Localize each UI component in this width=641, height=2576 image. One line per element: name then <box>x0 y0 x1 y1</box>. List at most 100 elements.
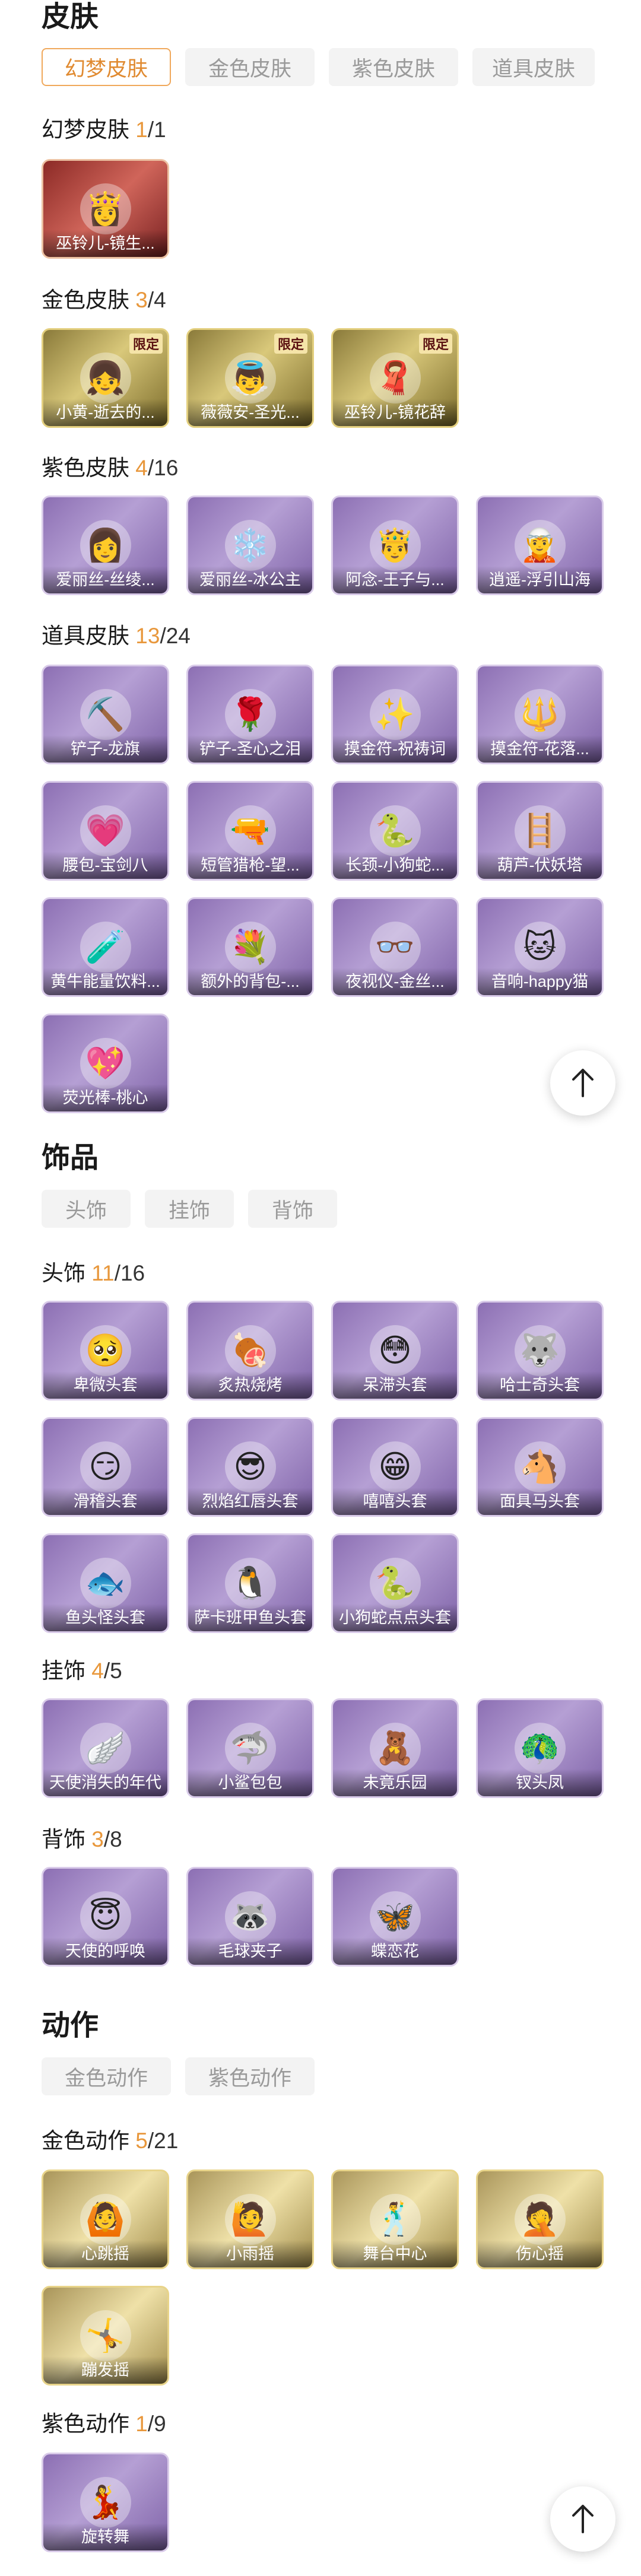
category-gold-skin: 金色皮肤 3/4 <box>42 289 166 311</box>
purple-skin-grid: 👩 爱丽丝-丝绫... ❄️ 爱丽丝-冰公主 🤴 阿念-王子与... 🧝 逍遥-浮引山海 <box>42 495 604 595</box>
skin-card[interactable]: 🌹 铲子-圣心之泪 <box>186 665 314 764</box>
action-card[interactable]: 🤦 伤心摇 <box>476 2170 604 2269</box>
skin-card[interactable]: 💖 荧光棒-桃心 <box>42 1014 169 1113</box>
skin-card[interactable]: 💗 腰包-宝剑八 <box>42 781 169 881</box>
action-card[interactable]: 🙆 心跳摇 <box>42 2170 169 2269</box>
accessory-card[interactable]: 🪽 天使消失的年代 <box>42 1698 169 1798</box>
category-prop-skin: 道具皮肤 13/24 <box>42 625 191 647</box>
glow-stick-icon: 💖 <box>80 1038 131 1089</box>
section-title-skins: 皮肤 <box>42 1 99 33</box>
skin-card[interactable]: 限定 👼 薇薇安-圣光... <box>186 328 314 428</box>
shovel-icon: ⛏️ <box>80 689 131 740</box>
purple-action-grid: 💃 旋转舞 <box>42 2453 604 2552</box>
character-portrait-icon: 👩 <box>80 520 131 571</box>
tab-gold-skin[interactable]: 金色皮肤 <box>185 48 315 86</box>
item-label: 卑微头套 <box>43 1371 167 1399</box>
scroll-to-top-button[interactable] <box>550 2486 615 2552</box>
skin-card[interactable]: 🐱 音响-happy猫 <box>476 897 604 997</box>
tab-prop-skin[interactable]: 道具皮肤 <box>472 48 595 86</box>
item-label: 面具马头套 <box>478 1488 602 1515</box>
emoji-head-icon: 😳 <box>369 1325 421 1376</box>
skin-card[interactable]: 🔱 摸金符-花落... <box>476 665 604 764</box>
accessory-card[interactable]: 😁 嘻嘻头套 <box>331 1417 459 1517</box>
fur-clip-icon: 🦝 <box>224 1891 276 1942</box>
skin-card[interactable]: 👓 夜视仪-金丝... <box>331 897 459 997</box>
skin-card[interactable]: 🤴 阿念-王子与... <box>331 495 459 595</box>
accessory-card[interactable]: 🐴 面具马头套 <box>476 1417 604 1517</box>
tab-head[interactable]: 头饰 <box>42 1190 131 1228</box>
item-label: 伤心摇 <box>478 2240 602 2267</box>
pose-icon: 🤦 <box>514 2194 566 2245</box>
accessory-card[interactable]: 🦚 钗头凤 <box>476 1698 604 1798</box>
accessory-card[interactable]: 🐺 哈士奇头套 <box>476 1301 604 1400</box>
category-title: 金色动作 <box>42 2129 129 2153</box>
skin-card[interactable]: 🧝 逍遥-浮引山海 <box>476 495 604 595</box>
skin-card[interactable]: 👸 巫铃儿-镜生... <box>42 159 169 259</box>
tab-hang[interactable]: 挂饰 <box>145 1190 234 1228</box>
character-portrait-icon: 👧 <box>80 352 131 404</box>
accessory-card[interactable]: 🦈 小鲨包包 <box>186 1698 314 1798</box>
tab-dream-skin[interactable]: 幻梦皮肤 <box>42 48 171 86</box>
accessory-card[interactable]: 🍖 炙热烧烤 <box>186 1301 314 1400</box>
accessory-card[interactable]: 😎 烈焰红唇头套 <box>186 1417 314 1517</box>
action-card[interactable]: 🤸 蹦发摇 <box>42 2286 169 2386</box>
dream-skin-grid: 👸 巫铃儿-镜生... <box>42 159 604 259</box>
accessory-card[interactable]: 🐍 小狗蛇点点头套 <box>331 1533 459 1633</box>
item-label: 爱丽丝-冰公主 <box>188 566 312 593</box>
accessory-card[interactable]: 🦝 毛球夹子 <box>186 1867 314 1967</box>
accessory-card[interactable]: 😇 天使的呼唤 <box>42 1867 169 1967</box>
category-title: 头饰 <box>42 1261 85 1285</box>
back-grid: 😇 天使的呼唤 🦝 毛球夹子 🦋 蝶恋花 <box>42 1867 604 1967</box>
item-label: 阿念-王子与... <box>333 566 457 593</box>
accessory-tabs: 头饰 挂饰 背饰 <box>42 1190 337 1228</box>
item-label: 小鲨包包 <box>188 1769 312 1796</box>
action-card[interactable]: 🙋 小雨摇 <box>186 2170 314 2269</box>
item-label: 夜视仪-金丝... <box>333 968 457 995</box>
skin-card[interactable]: ⛏️ 铲子-龙旗 <box>42 665 169 764</box>
action-card[interactable]: 🕺 舞台中心 <box>331 2170 459 2269</box>
accessory-card[interactable]: 🐧 萨卡班甲鱼头套 <box>186 1533 314 1633</box>
character-portrait-icon: 🧣 <box>369 352 421 404</box>
accessory-card[interactable]: 🦋 蝶恋花 <box>331 1867 459 1967</box>
accessory-card[interactable]: 😳 呆滞头套 <box>331 1301 459 1400</box>
category-dream-skin: 幻梦皮肤 1/1 <box>42 119 166 141</box>
owned-count: 13 <box>135 624 160 648</box>
tab-gold-action[interactable]: 金色动作 <box>42 2057 171 2095</box>
skin-card[interactable]: 🧪 黄牛能量饮料... <box>42 897 169 997</box>
character-portrait-icon: ❄️ <box>224 520 276 571</box>
item-label: 天使的呼唤 <box>43 1937 167 1965</box>
skin-card[interactable]: 🪜 葫芦-伏妖塔 <box>476 781 604 881</box>
skin-card[interactable]: 💐 额外的背包-... <box>186 897 314 997</box>
item-label: 黄牛能量饮料... <box>43 968 167 995</box>
total-count: /24 <box>160 624 191 648</box>
category-head: 头饰 11/16 <box>42 1262 145 1284</box>
shark-bag-icon: 🦈 <box>224 1723 276 1774</box>
skin-card[interactable]: 🐍 长颈-小狗蛇... <box>331 781 459 881</box>
scroll-to-top-button[interactable] <box>550 1050 615 1116</box>
accessory-card[interactable]: 🐟 鱼头怪头套 <box>42 1533 169 1633</box>
fish-head-icon: 🐧 <box>224 1558 276 1609</box>
character-portrait-icon: 👼 <box>224 352 276 404</box>
skin-card[interactable]: 👩 爱丽丝-丝绫... <box>42 495 169 595</box>
tab-purple-skin[interactable]: 紫色皮肤 <box>329 48 458 86</box>
owned-count: 3 <box>91 1827 104 1851</box>
skin-card[interactable]: ❄️ 爱丽丝-冰公主 <box>186 495 314 595</box>
pose-icon: 🙋 <box>224 2194 276 2245</box>
item-label: 蝶恋花 <box>333 1937 457 1965</box>
tab-back[interactable]: 背饰 <box>248 1190 337 1228</box>
accessory-card[interactable]: 🧸 未竟乐园 <box>331 1698 459 1798</box>
tab-purple-action[interactable]: 紫色动作 <box>185 2057 315 2095</box>
skin-card[interactable]: ✨ 摸金符-祝祷词 <box>331 665 459 764</box>
owned-count: 11 <box>91 1261 115 1285</box>
accessory-card[interactable]: 😏 滑稽头套 <box>42 1417 169 1517</box>
butterfly-icon: 🦋 <box>369 1891 421 1942</box>
skin-card[interactable]: 🔫 短管猎枪-望... <box>186 781 314 881</box>
item-label: 摸金符-花落... <box>478 735 602 763</box>
skin-card[interactable]: 限定 👧 小黄-逝去的... <box>42 328 169 428</box>
pose-icon: 🙆 <box>80 2194 131 2245</box>
horse-head-icon: 🐴 <box>514 1441 566 1492</box>
accessory-card[interactable]: 🥺 卑微头套 <box>42 1301 169 1400</box>
doll-icon: 🧸 <box>369 1723 421 1774</box>
action-card[interactable]: 💃 旋转舞 <box>42 2453 169 2552</box>
skin-card[interactable]: 限定 🧣 巫铃儿-镜花辞 <box>331 328 459 428</box>
